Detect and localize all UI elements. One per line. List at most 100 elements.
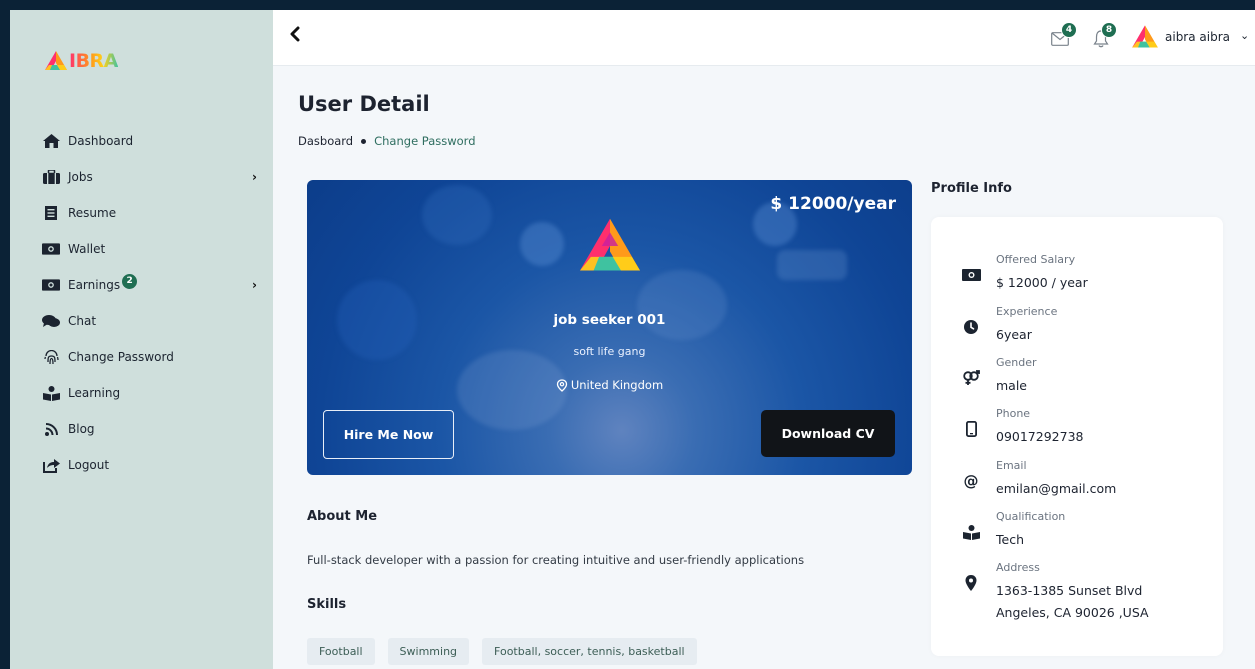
brand-logo-icon — [45, 51, 67, 70]
hero-company: soft life gang — [573, 345, 646, 358]
skills-title: Skills — [307, 597, 347, 612]
sidebar-item-label: Earnings — [68, 278, 121, 292]
profile-row-qualification: Qualification Tech — [961, 510, 1065, 550]
sidebar-item-jobs[interactable]: Jobs › — [10, 159, 273, 195]
gender-icon — [961, 368, 981, 388]
hero-logo — [577, 216, 643, 280]
profile-value: $ 12000 / year — [996, 275, 1088, 290]
reader-icon — [961, 522, 981, 542]
breadcrumb-home[interactable]: Dasboard — [298, 134, 353, 148]
money-icon — [961, 265, 981, 285]
sidebar-item-wallet[interactable]: Wallet — [10, 231, 273, 267]
profile-label: Phone — [996, 407, 1031, 420]
document-icon — [42, 206, 60, 220]
sidebar-item-label: Learning — [68, 386, 121, 400]
sidebar-item-change-password[interactable]: Change Password — [10, 339, 273, 375]
hero-location-text: United Kingdom — [570, 378, 664, 392]
top-bar: 4 8 aibra aibra ⌄ — [273, 10, 1255, 66]
profile-value: male — [996, 378, 1027, 393]
profile-label: Address — [996, 561, 1040, 574]
bokeh-decoration — [777, 250, 847, 280]
skills-list: Football Swimming Football, soccer, tenn… — [307, 638, 697, 665]
messages-button[interactable]: 4 — [1051, 22, 1077, 52]
profile-row-email: @ Email emilan@gmail.com — [961, 459, 1117, 499]
sidebar-item-earnings[interactable]: Earnings 2 › — [10, 267, 273, 303]
brand-name: IBRA — [69, 50, 118, 72]
messages-badge: 4 — [1061, 22, 1077, 38]
profile-info-card: Offered Salary $ 12000 / year Experience… — [931, 217, 1223, 656]
sidebar-item-label: Blog — [68, 422, 95, 436]
profile-row-experience: Experience 6year — [961, 305, 1057, 345]
download-cv-button[interactable]: Download CV — [761, 410, 895, 457]
sidebar-item-label: Chat — [68, 314, 97, 328]
profile-label: Gender — [996, 356, 1037, 369]
profile-row-address: Address 1363-1385 Sunset Blvd Angeles, C… — [961, 561, 1149, 623]
profile-label: Email — [996, 459, 1027, 472]
sidebar-item-chat[interactable]: Chat — [10, 303, 273, 339]
skill-tag: Football, soccer, tennis, basketball — [482, 638, 697, 665]
chevron-right-icon: › — [252, 170, 257, 184]
home-icon — [42, 134, 60, 148]
breadcrumb-current[interactable]: Change Password — [374, 134, 475, 148]
bokeh-decoration — [637, 270, 727, 340]
sidebar-item-label: Dashboard — [68, 134, 134, 148]
back-icon[interactable] — [289, 26, 305, 44]
profile-value-line2: Angeles, CA 90026 ,USA — [996, 605, 1149, 620]
sidebar-item-label: Jobs — [68, 170, 93, 184]
bokeh-decoration — [520, 222, 564, 266]
breadcrumb-separator — [361, 138, 367, 144]
money-bill-icon — [42, 278, 60, 292]
profile-label: Experience — [996, 305, 1058, 318]
profile-row-phone: Phone 09017292738 — [961, 407, 1083, 447]
money-bill-icon — [42, 242, 60, 256]
profile-row-salary: Offered Salary $ 12000 / year — [961, 253, 1088, 293]
profile-label: Offered Salary — [996, 253, 1076, 266]
hero-salary: $ 12000/year — [770, 194, 896, 214]
profile-value: emilan@gmail.com — [996, 481, 1117, 496]
sidebar-item-label: Logout — [68, 458, 110, 472]
hire-me-button[interactable]: Hire Me Now — [323, 410, 454, 459]
sidebar-item-label: Change Password — [68, 350, 174, 364]
chat-icon — [42, 314, 60, 328]
avatar[interactable] — [1131, 24, 1159, 54]
profile-label: Qualification — [996, 510, 1066, 523]
clock-icon — [961, 317, 981, 337]
chevron-down-icon[interactable]: ⌄ — [1240, 29, 1249, 42]
phone-icon — [961, 419, 981, 439]
notifications-button[interactable]: 8 — [1091, 22, 1117, 52]
notifications-badge: 8 — [1101, 22, 1117, 38]
hero-name: job seeker 001 — [553, 312, 666, 328]
sidebar-item-learning[interactable]: Learning — [10, 375, 273, 411]
sidebar-item-label: Resume — [68, 206, 117, 220]
sidebar-item-resume[interactable]: Resume — [10, 195, 273, 231]
profile-value: Tech — [996, 532, 1024, 547]
map-pin-icon — [961, 573, 981, 593]
location-pin-icon — [556, 378, 567, 392]
bokeh-decoration — [422, 185, 492, 245]
sidebar-item-dashboard[interactable]: Dashboard — [10, 123, 273, 159]
skill-tag: Swimming — [387, 638, 470, 665]
breadcrumb: Dasboard Change Password — [298, 134, 476, 148]
earnings-badge: 2 — [122, 273, 138, 289]
chevron-right-icon: › — [252, 278, 257, 292]
profile-value: 09017292738 — [996, 429, 1084, 444]
brand-logo[interactable]: IBRA — [44, 50, 118, 72]
profile-hero-card: $ 12000/year job seeker 001 soft life ga… — [307, 180, 912, 475]
profile-value: 6year — [996, 327, 1032, 342]
profile-row-gender: Gender male — [961, 356, 1037, 396]
avatar-logo-icon — [1132, 25, 1158, 48]
at-icon: @ — [963, 472, 979, 490]
profile-value: 1363-1385 Sunset Blvd — [996, 583, 1143, 598]
hero-location: United Kingdom — [307, 378, 912, 392]
fingerprint-icon — [42, 349, 60, 364]
rss-icon — [42, 422, 60, 436]
sidebar-item-blog[interactable]: Blog — [10, 411, 273, 447]
page-title: User Detail — [298, 92, 430, 116]
sidebar-item-label: Wallet — [68, 242, 106, 256]
sidebar-item-logout[interactable]: Logout — [10, 447, 273, 483]
briefcase-icon — [42, 170, 60, 184]
sidebar-nav: Dashboard Jobs › Resume Wallet Earnings … — [10, 123, 273, 483]
user-name[interactable]: aibra aibra — [1165, 30, 1230, 44]
app-frame: IBRA Dashboard Jobs › Resume Wallet Earn… — [10, 10, 1255, 669]
share-out-icon — [42, 458, 60, 473]
